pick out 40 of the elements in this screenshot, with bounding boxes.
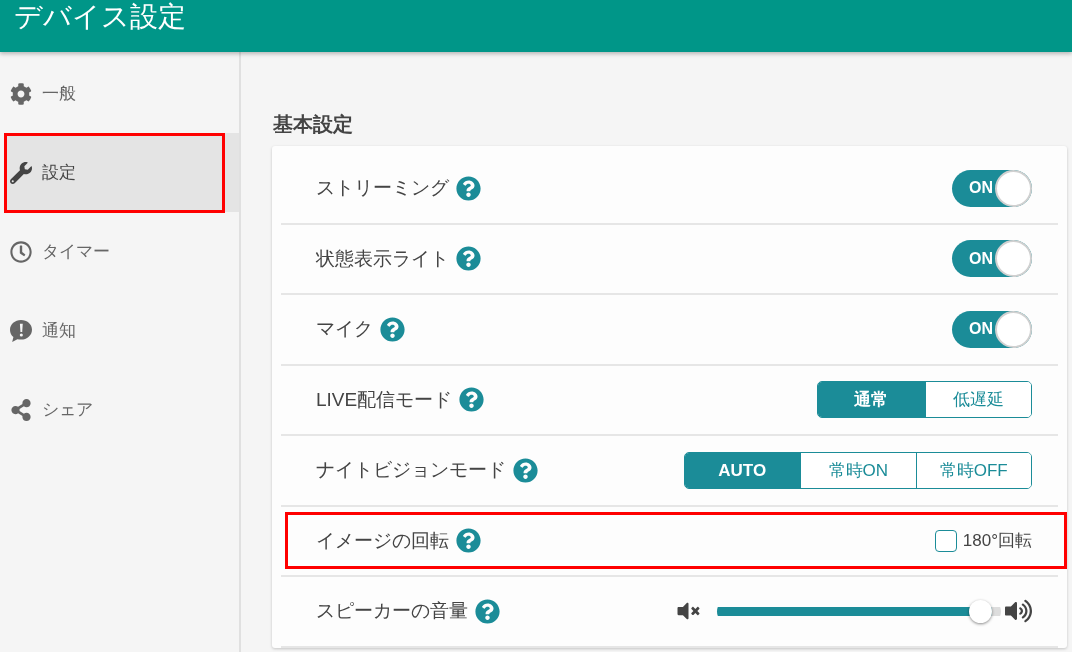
toggle-switch[interactable]: ON <box>952 310 1032 348</box>
exclamation-bubble-icon <box>10 319 32 342</box>
toggle-knob <box>995 169 1032 207</box>
help-icon[interactable] <box>456 175 481 201</box>
sidebar-item[interactable]: 一般 <box>4 54 239 133</box>
sidebar-item[interactable]: シェア <box>4 370 239 449</box>
volume-icon[interactable] <box>1005 599 1032 624</box>
checkbox[interactable] <box>934 529 957 552</box>
toggle-switch[interactable]: ON <box>952 240 1032 278</box>
share-icon <box>10 398 32 421</box>
help-icon[interactable] <box>475 598 500 624</box>
help-icon[interactable] <box>380 316 405 342</box>
sidebar-item[interactable]: 設定 <box>4 133 239 212</box>
toggle-knob <box>995 240 1032 278</box>
toggle-knob <box>995 310 1032 348</box>
help-icon[interactable] <box>456 246 481 272</box>
setting-label: イメージの回転 <box>316 528 449 553</box>
setting-label: スピーカーの音量 <box>316 599 468 623</box>
setting-label: LIVE配信モード <box>316 387 453 412</box>
window-title: デバイス設定 <box>14 0 186 34</box>
setting-label: ナイトビジョンモード <box>316 458 506 482</box>
setting-label: ストリーミング <box>316 176 449 200</box>
slider-thumb[interactable] <box>969 599 993 623</box>
segment-option[interactable]: 低遅延 <box>924 382 1031 418</box>
sidebar-item[interactable]: 通知 <box>4 291 239 370</box>
checkbox-label: 180°回転 <box>962 530 1032 552</box>
setting-label: 状態表示ライト <box>316 246 449 271</box>
help-icon[interactable] <box>459 387 485 413</box>
help-icon[interactable] <box>513 457 538 483</box>
setting-label: マイク <box>316 317 373 341</box>
segment-option[interactable]: AUTO <box>684 452 800 488</box>
help-icon[interactable] <box>456 528 481 554</box>
toggle-switch[interactable]: ON <box>952 169 1032 207</box>
segment-option[interactable]: 通常 <box>818 382 925 418</box>
clock-icon <box>10 240 32 263</box>
section-title: 基本設定 <box>272 112 354 137</box>
sidebar-item[interactable]: タイマー <box>4 212 239 291</box>
segment-option[interactable]: 常時OFF <box>915 452 1031 488</box>
gear-icon <box>10 82 32 105</box>
wrench-icon <box>10 161 32 184</box>
